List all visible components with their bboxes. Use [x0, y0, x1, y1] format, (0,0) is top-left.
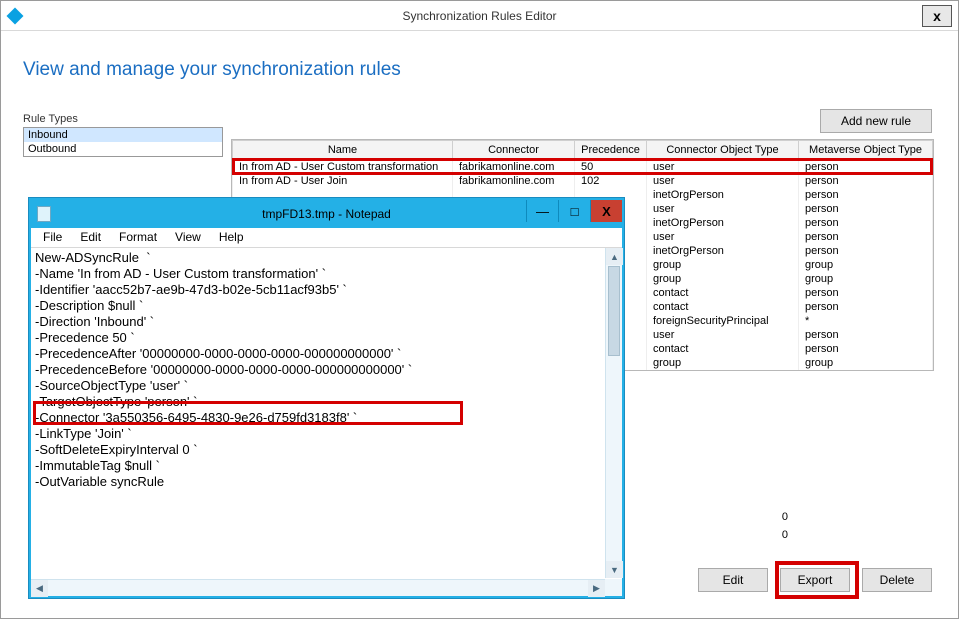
col-metaverse-object-type[interactable]: Metaverse Object Type — [799, 141, 933, 160]
notepad-line: -Identifier 'aacc52b7-ae9b-47d3-b02e-5cb… — [35, 282, 618, 298]
scroll-thumb[interactable] — [608, 266, 620, 356]
table-cell: foreignSecurityPrincipal — [647, 314, 799, 328]
notepad-line: -OutVariable syncRule — [35, 474, 618, 490]
rule-types-list[interactable]: Inbound Outbound — [23, 127, 223, 157]
notepad-line: -LinkType 'Join' ` — [35, 426, 618, 442]
rule-types-label: Rule Types — [23, 113, 936, 125]
menu-view[interactable]: View — [167, 230, 209, 245]
table-cell: group — [799, 272, 933, 286]
notepad-close-button[interactable]: X — [590, 200, 622, 222]
notepad-line: -ImmutableTag $null ` — [35, 458, 618, 474]
notepad-titlebar[interactable]: tmpFD13.tmp - Notepad — □ X — [31, 200, 622, 228]
table-cell: 50 — [575, 160, 647, 175]
edit-button[interactable]: Edit — [698, 568, 768, 592]
scroll-right-icon[interactable]: ▶ — [588, 580, 605, 597]
table-cell: person — [799, 216, 933, 230]
notepad-line: -PrecedenceBefore '00000000-0000-0000-00… — [35, 362, 618, 378]
table-cell: contact — [647, 300, 799, 314]
count-a: 0 — [782, 511, 808, 523]
horizontal-scrollbar[interactable]: ◀ ▶ — [31, 579, 605, 596]
export-button[interactable]: Export — [780, 568, 850, 592]
table-cell: group — [647, 356, 799, 370]
notepad-line: -Precedence 50 ` — [35, 330, 618, 346]
rule-type-outbound[interactable]: Outbound — [24, 142, 222, 156]
table-cell: group — [647, 258, 799, 272]
table-cell: user — [647, 160, 799, 175]
table-cell: contact — [647, 286, 799, 300]
notepad-text-area[interactable]: New-ADSyncRule `-Name 'In from AD - User… — [31, 248, 622, 578]
col-precedence[interactable]: Precedence — [575, 141, 647, 160]
table-row[interactable]: In from AD - User Custom transformationf… — [233, 160, 933, 175]
table-cell: group — [799, 356, 933, 370]
table-cell: user — [647, 202, 799, 216]
notepad-line: -Direction 'Inbound' ` — [35, 314, 618, 330]
notepad-line: -SoftDeleteExpiryInterval 0 ` — [35, 442, 618, 458]
scroll-left-icon[interactable]: ◀ — [31, 580, 48, 597]
table-cell: person — [799, 342, 933, 356]
delete-button[interactable]: Delete — [862, 568, 932, 592]
table-cell: person — [799, 202, 933, 216]
notepad-line: -Connector '3a550356-6495-4830-9e26-d759… — [35, 410, 618, 426]
table-cell: person — [799, 328, 933, 342]
table-cell: person — [799, 188, 933, 202]
notepad-menubar[interactable]: File Edit Format View Help — [31, 228, 622, 248]
col-connector-object-type[interactable]: Connector Object Type — [647, 141, 799, 160]
notepad-line: New-ADSyncRule ` — [35, 250, 618, 266]
minimize-button[interactable]: — — [526, 200, 558, 222]
window-titlebar: Synchronization Rules Editor x — [1, 1, 958, 31]
window-title: Synchronization Rules Editor — [1, 9, 958, 23]
menu-edit[interactable]: Edit — [72, 230, 109, 245]
page-heading: View and manage your synchronization rul… — [23, 59, 936, 81]
table-cell: * — [799, 314, 933, 328]
scrollbar-corner — [605, 579, 622, 596]
table-cell: inetOrgPerson — [647, 216, 799, 230]
table-cell: person — [799, 300, 933, 314]
notepad-line: -Name 'In from AD - User Custom transfor… — [35, 266, 618, 282]
table-cell: person — [799, 230, 933, 244]
close-button[interactable]: x — [922, 5, 952, 27]
table-cell: inetOrgPerson — [647, 188, 799, 202]
col-connector[interactable]: Connector — [453, 141, 575, 160]
col-name[interactable]: Name — [233, 141, 453, 160]
table-cell: fabrikamonline.com — [453, 174, 575, 188]
menu-help[interactable]: Help — [211, 230, 252, 245]
menu-format[interactable]: Format — [111, 230, 165, 245]
table-cell: user — [647, 328, 799, 342]
table-cell: inetOrgPerson — [647, 244, 799, 258]
table-cell: fabrikamonline.com — [453, 160, 575, 175]
notepad-line: -Description $null ` — [35, 298, 618, 314]
bottom-buttons: Edit Export Delete — [698, 568, 932, 592]
table-cell: contact — [647, 342, 799, 356]
counts: 0 0 — [782, 511, 808, 547]
notepad-line: -TargetObjectType 'person' ` — [35, 394, 618, 410]
table-cell: In from AD - User Join — [233, 174, 453, 188]
notepad-line: -PrecedenceAfter '00000000-0000-0000-000… — [35, 346, 618, 362]
table-row[interactable]: In from AD - User Joinfabrikamonline.com… — [233, 174, 933, 188]
table-cell: user — [647, 174, 799, 188]
table-cell: group — [647, 272, 799, 286]
notepad-window[interactable]: tmpFD13.tmp - Notepad — □ X File Edit Fo… — [29, 198, 624, 598]
table-cell: person — [799, 244, 933, 258]
add-new-rule-button[interactable]: Add new rule — [820, 109, 932, 133]
count-b: 0 — [782, 529, 808, 541]
table-cell: person — [799, 286, 933, 300]
table-cell: person — [799, 160, 933, 175]
table-cell: In from AD - User Custom transformation — [233, 160, 453, 175]
rule-type-inbound[interactable]: Inbound — [24, 128, 222, 142]
scroll-up-icon[interactable]: ▲ — [606, 248, 623, 265]
notepad-line: -SourceObjectType 'user' ` — [35, 378, 618, 394]
scroll-down-icon[interactable]: ▼ — [606, 561, 623, 578]
vertical-scrollbar[interactable]: ▲ ▼ — [605, 248, 622, 578]
table-cell: person — [799, 174, 933, 188]
maximize-button[interactable]: □ — [558, 200, 590, 222]
table-cell: user — [647, 230, 799, 244]
table-cell: 102 — [575, 174, 647, 188]
table-cell: group — [799, 258, 933, 272]
menu-file[interactable]: File — [35, 230, 70, 245]
